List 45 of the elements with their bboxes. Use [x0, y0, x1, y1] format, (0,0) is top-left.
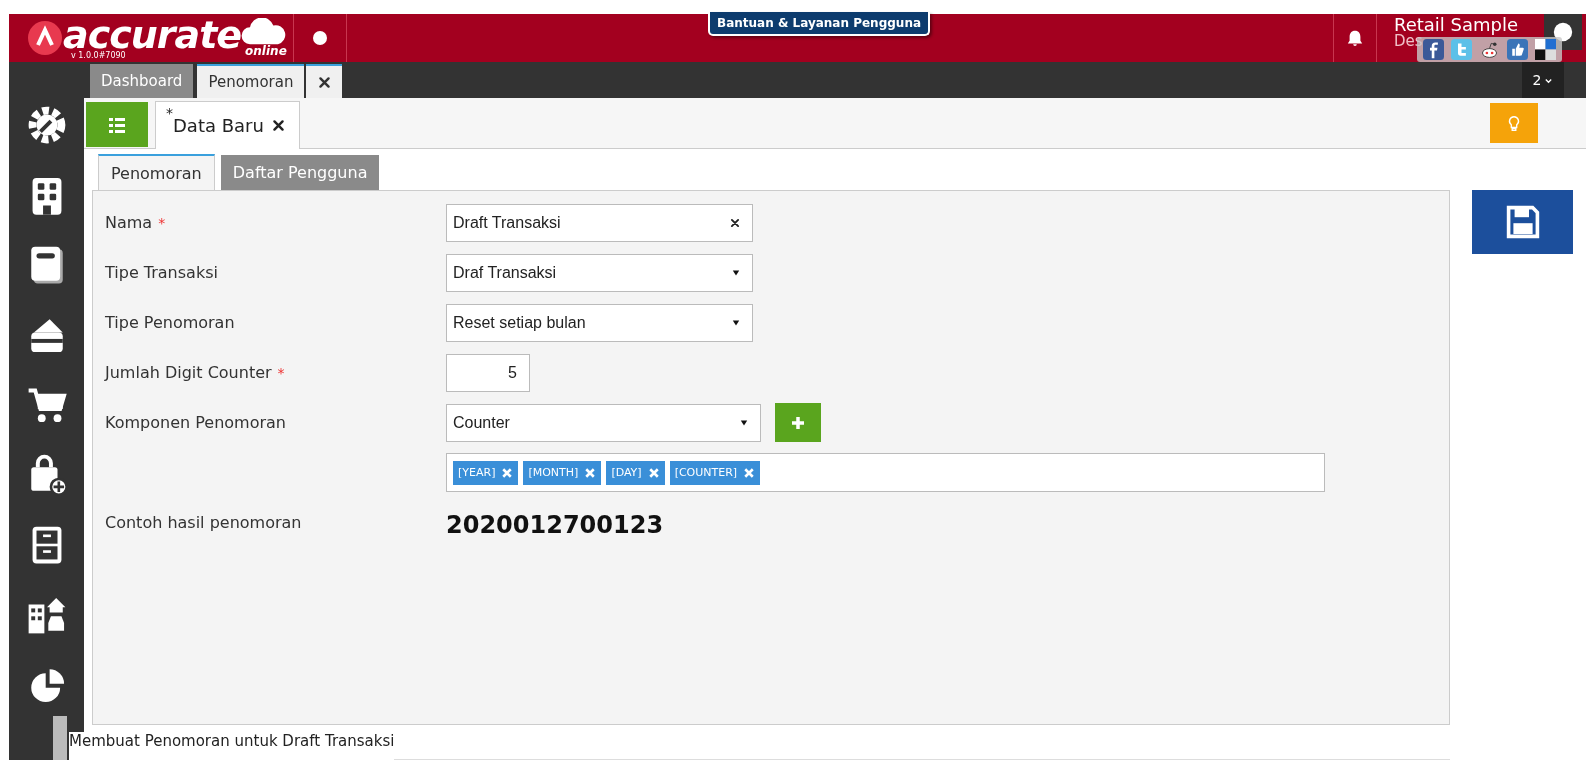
field-label: Nama	[105, 213, 153, 232]
dropdown-caret-icon[interactable]	[732, 268, 740, 277]
list-view-button[interactable]	[86, 102, 148, 147]
close-icon[interactable]	[271, 119, 285, 132]
help-button[interactable]: Bantuan & Layanan Pengguna	[708, 12, 931, 36]
tab-counter[interactable]: 2	[1532, 72, 1542, 88]
field-label: Komponen Penomoran	[105, 413, 286, 432]
bell-icon[interactable]	[1346, 29, 1364, 47]
remove-icon[interactable]	[501, 466, 514, 479]
tab-label: Data Baru	[173, 115, 264, 136]
field-label: Contoh hasil penomoran	[105, 513, 302, 532]
remove-icon[interactable]	[647, 466, 660, 479]
close-icon[interactable]	[317, 75, 331, 89]
dropdown-field[interactable]: Reset setiap bulan	[446, 303, 753, 342]
user-avatar-icon[interactable]	[1552, 21, 1574, 43]
company-name: Retail Sample	[1394, 16, 1520, 34]
document-tab[interactable]: * Data Baru	[155, 101, 300, 149]
dropdown-field[interactable]: Counter	[446, 403, 761, 442]
clear-icon[interactable]	[730, 217, 740, 228]
remove-icon[interactable]	[743, 466, 756, 479]
logo-subtitle: online	[245, 44, 287, 58]
field-label: Jumlah Digit Counter	[105, 363, 272, 382]
module-tab[interactable]: Penomoran	[197, 64, 305, 98]
remove-icon[interactable]	[584, 466, 597, 479]
number-field[interactable]: 5	[446, 353, 530, 392]
numbering-preview: 2020012700123	[446, 510, 664, 539]
status-dot-icon	[313, 31, 327, 45]
add-button[interactable]	[775, 403, 821, 442]
dropdown-caret-icon[interactable]	[740, 418, 748, 427]
required-mark: *	[158, 214, 166, 231]
text-field[interactable]: Draft Transaksi	[446, 203, 753, 242]
plus-icon	[790, 414, 806, 431]
dropdown-field[interactable]: Draf Transaksi	[446, 253, 753, 292]
unsaved-marker: *	[166, 105, 173, 121]
facebook-icon[interactable]	[1423, 39, 1444, 60]
field-label: Tipe Penomoran	[105, 313, 235, 332]
logo-icon	[27, 20, 63, 56]
thumbs-up-icon[interactable]	[1507, 39, 1528, 60]
dropdown-caret-icon[interactable]	[732, 318, 740, 327]
field-label: Tipe Transaksi	[105, 263, 218, 282]
video-caption: Membuat Penomoran untuk Draft Transaksi	[69, 732, 395, 760]
required-mark: *	[277, 364, 285, 381]
save-button[interactable]	[1472, 190, 1573, 254]
checker-icon[interactable]	[1535, 39, 1556, 60]
form-tab[interactable]: Penomoran	[98, 154, 215, 191]
